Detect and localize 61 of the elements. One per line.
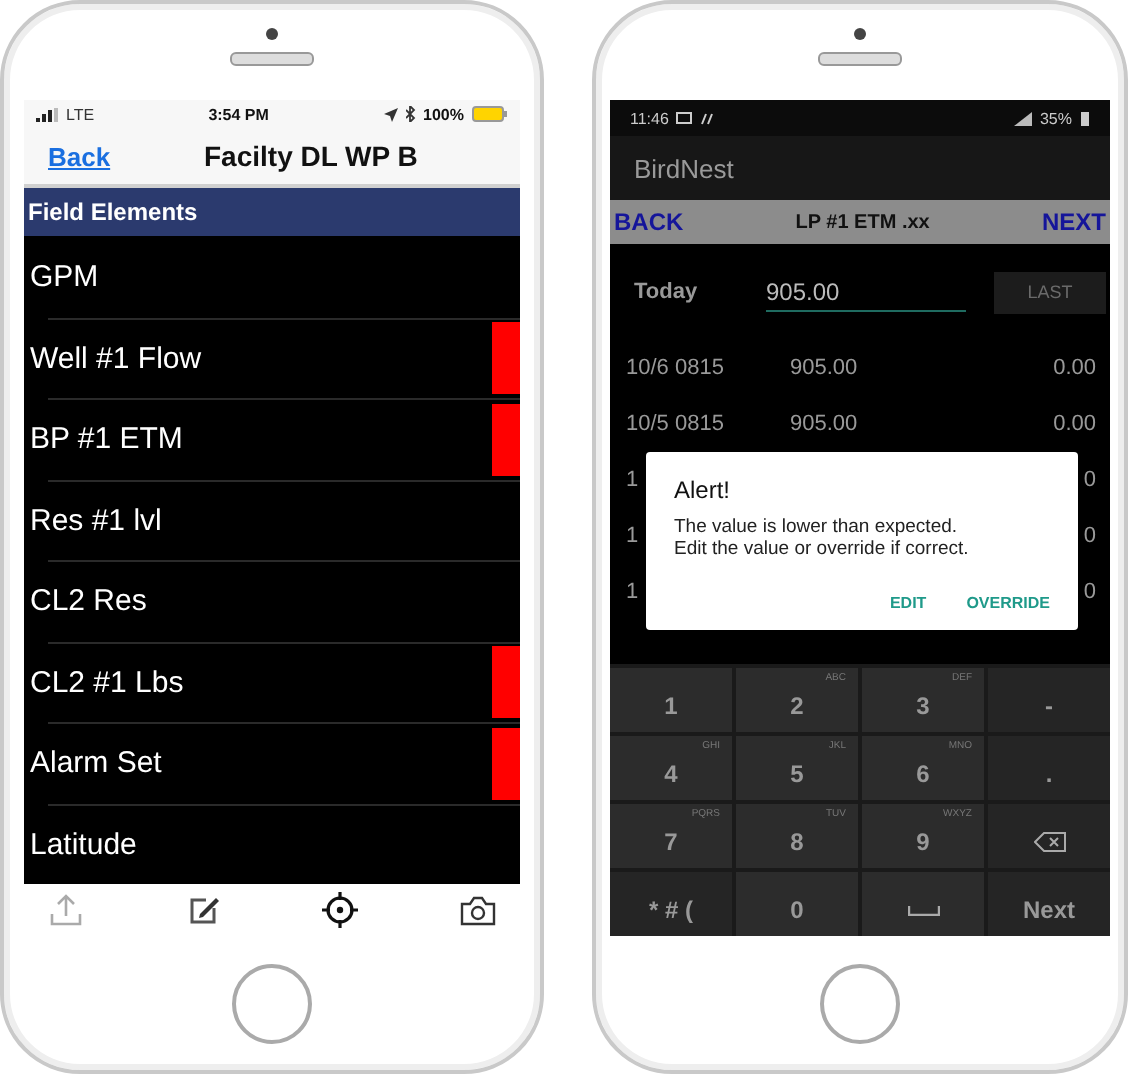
change-cell: 0 bbox=[1083, 524, 1096, 548]
list-item[interactable]: Res #1 lvl bbox=[30, 503, 162, 538]
speaker-grille bbox=[230, 52, 314, 66]
status-time: 11:46 bbox=[630, 109, 669, 127]
date-cell: 10/6 0815 bbox=[626, 356, 724, 380]
location-icon bbox=[383, 107, 398, 121]
date-cell: 1 bbox=[626, 468, 639, 492]
network-label: LTE bbox=[66, 105, 95, 123]
value-cell: 905.00 bbox=[790, 412, 858, 436]
app-title: BirdNest bbox=[634, 153, 734, 183]
dialog-message: The value is lower than expected. Edit the value or override if correct. bbox=[674, 516, 971, 562]
value-cell: 905.00 bbox=[790, 356, 858, 380]
back-link[interactable]: Back bbox=[48, 141, 204, 171]
battery-icon bbox=[1080, 110, 1090, 126]
list-item[interactable]: Latitude bbox=[30, 827, 137, 862]
change-cell: 0.00 bbox=[1053, 356, 1096, 380]
keypad-key[interactable]: 1 bbox=[610, 668, 732, 732]
section-header: Field Elements bbox=[24, 188, 520, 236]
value-field[interactable]: 905.00 bbox=[766, 273, 966, 311]
screen-title: Facilty DL WP B bbox=[204, 140, 418, 172]
front-camera bbox=[266, 28, 278, 40]
space-bar-icon[interactable] bbox=[907, 905, 939, 915]
sync-icon bbox=[700, 111, 715, 125]
signal-icon bbox=[36, 107, 58, 121]
keypad-key[interactable]: Next bbox=[988, 872, 1110, 936]
back-button[interactable]: BACK bbox=[610, 208, 688, 236]
notification-icon bbox=[676, 112, 693, 124]
override-button[interactable]: OVERRIDE bbox=[966, 594, 1050, 612]
signal-icon bbox=[1013, 111, 1032, 125]
keypad-key[interactable]: * # ( bbox=[610, 872, 732, 936]
change-cell: 0 bbox=[1083, 580, 1096, 604]
list-item[interactable]: CL2 #1 Lbs bbox=[30, 665, 184, 700]
battery-icon bbox=[472, 106, 508, 122]
battery-percent: 35% bbox=[1039, 109, 1072, 127]
keypad-key[interactable]: 0 bbox=[736, 872, 858, 936]
entry-label: Today bbox=[634, 280, 700, 304]
speaker-grille bbox=[818, 52, 902, 66]
edit-icon[interactable] bbox=[185, 892, 222, 928]
keypad-key[interactable]: - bbox=[988, 668, 1110, 732]
keypad-key[interactable]: . bbox=[988, 736, 1110, 800]
date-cell: 1 bbox=[626, 524, 639, 548]
change-cell: 0.00 bbox=[1053, 412, 1096, 436]
battery-percent: 100% bbox=[423, 105, 464, 123]
change-cell: 0 bbox=[1083, 468, 1096, 492]
list-item[interactable]: GPM bbox=[30, 259, 99, 294]
backspace-icon[interactable] bbox=[1033, 832, 1065, 852]
list-item[interactable]: BP #1 ETM bbox=[30, 422, 183, 457]
next-button[interactable]: NEXT bbox=[1037, 208, 1110, 236]
list-item[interactable]: CL2 Res bbox=[30, 584, 147, 619]
list-item[interactable]: Well #1 Flow bbox=[30, 341, 202, 376]
edit-button[interactable]: EDIT bbox=[889, 594, 927, 612]
date-cell: 1 bbox=[626, 580, 639, 604]
target-icon[interactable] bbox=[322, 892, 359, 928]
dialog-title: Alert! bbox=[674, 476, 733, 504]
status-time: 3:54 PM bbox=[208, 105, 269, 123]
bluetooth-icon bbox=[405, 106, 416, 122]
list-item[interactable]: Alarm Set bbox=[30, 746, 162, 781]
date-cell: 10/5 0815 bbox=[626, 412, 724, 436]
camera-icon[interactable] bbox=[459, 894, 496, 926]
screen-title: LP #1 ETM .xx bbox=[795, 211, 930, 233]
front-camera bbox=[854, 28, 866, 40]
